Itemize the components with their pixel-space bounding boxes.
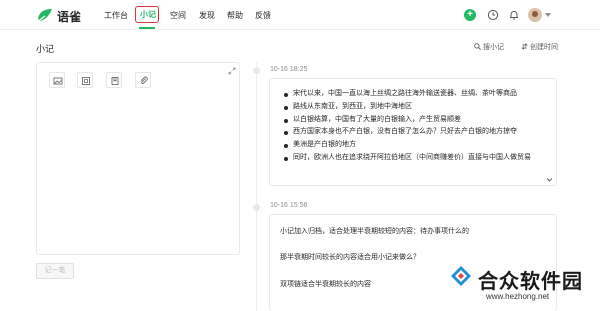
nav-feedback[interactable]: 反馈	[255, 10, 271, 21]
timeline-dot	[253, 67, 260, 74]
expand-icon[interactable]	[228, 67, 236, 75]
watermark-title: 合众软件园	[478, 271, 583, 293]
active-tab-underline	[139, 27, 155, 29]
sort-icon	[521, 43, 528, 50]
note-paragraph: 那半衰期时间较长的内容适合用小记来做么？	[280, 254, 420, 261]
insert-bookmark-button[interactable]	[106, 72, 122, 88]
note-card[interactable]: 宋代以来，中国一直以海上丝绸之路往海外输送瓷器、丝绸、茶叶等商品 路线从东南亚，…	[269, 78, 557, 186]
sort-label: 创建时间	[529, 44, 558, 51]
watermark-url: www.hezhong.net	[486, 292, 550, 301]
nav-workbench[interactable]: 工作台	[104, 10, 128, 21]
note-bullet-list: 宋代以来，中国一直以海上丝绸之路往海外输送瓷器、丝绸、茶叶等商品 路线从东南亚，…	[282, 88, 544, 165]
bookmark-icon	[111, 77, 119, 85]
note-editor[interactable]	[36, 62, 240, 255]
user-avatar[interactable]	[528, 8, 542, 22]
top-nav-bar: 语雀 工作台 小记 空间 发现 帮助 反馈 +	[0, 0, 600, 30]
brand-name[interactable]: 语雀	[57, 8, 81, 25]
add-button[interactable]: +	[464, 9, 476, 21]
list-item: 西方国家本身也不产白银，没有白银了怎么办？只好去产白银的地方掠夺	[282, 126, 544, 139]
insert-date-button[interactable]	[77, 72, 93, 88]
note-paragraph: 双项链适合半衰期较长的内容	[280, 281, 371, 288]
watermark-logo	[451, 266, 471, 286]
nav-notes-active[interactable]: 小记	[135, 6, 159, 23]
calendar-icon	[82, 77, 90, 85]
nav-space[interactable]: 空间	[170, 10, 186, 21]
timeline-dot	[253, 204, 260, 211]
list-item: 以白银结算，中国有了大量的白银输入，产生贸易顺差	[282, 114, 544, 127]
chevron-down-icon[interactable]	[546, 177, 553, 183]
attachment-icon	[140, 76, 148, 84]
list-item: 路线从东南亚，到西亚，到地中海地区	[282, 101, 544, 114]
nav-help[interactable]: 帮助	[227, 10, 243, 21]
page-title: 小记	[36, 44, 55, 54]
search-notes-label: 搜小记	[482, 44, 504, 51]
search-notes-link[interactable]: 搜小记	[474, 42, 504, 52]
nav-discover[interactable]: 发现	[199, 10, 215, 21]
search-icon	[474, 43, 481, 50]
timeline-line	[256, 62, 257, 311]
insert-attachment-button[interactable]	[135, 72, 151, 88]
save-note-button[interactable]: 记一笔	[36, 263, 74, 279]
list-item: 宋代以来，中国一直以海上丝绸之路往海外输送瓷器、丝绸、茶叶等商品	[282, 88, 544, 101]
clock-icon[interactable]	[487, 9, 499, 21]
bell-icon[interactable]	[508, 9, 520, 21]
nav-notes-label: 小记	[140, 10, 156, 19]
yuque-logo-icon[interactable]	[36, 7, 54, 23]
sort-by-created-link[interactable]: 创建时间	[521, 42, 558, 52]
image-icon	[53, 77, 63, 85]
note-timestamp: 10-16 15:56	[270, 202, 308, 209]
list-item: 美洲是产白银的地方	[282, 139, 544, 152]
note-paragraph: 小记加入归档，适合处理半衰期较短的内容：待办事项什么的	[280, 228, 469, 235]
list-item: 同时，欧洲人也在追求绕开阿拉伯地区（中间商赚差价）直接与中国人做贸易	[282, 152, 544, 165]
chevron-down-icon[interactable]	[545, 13, 551, 17]
note-timestamp: 10-16 18:25	[270, 66, 308, 73]
insert-image-button[interactable]	[49, 72, 65, 88]
